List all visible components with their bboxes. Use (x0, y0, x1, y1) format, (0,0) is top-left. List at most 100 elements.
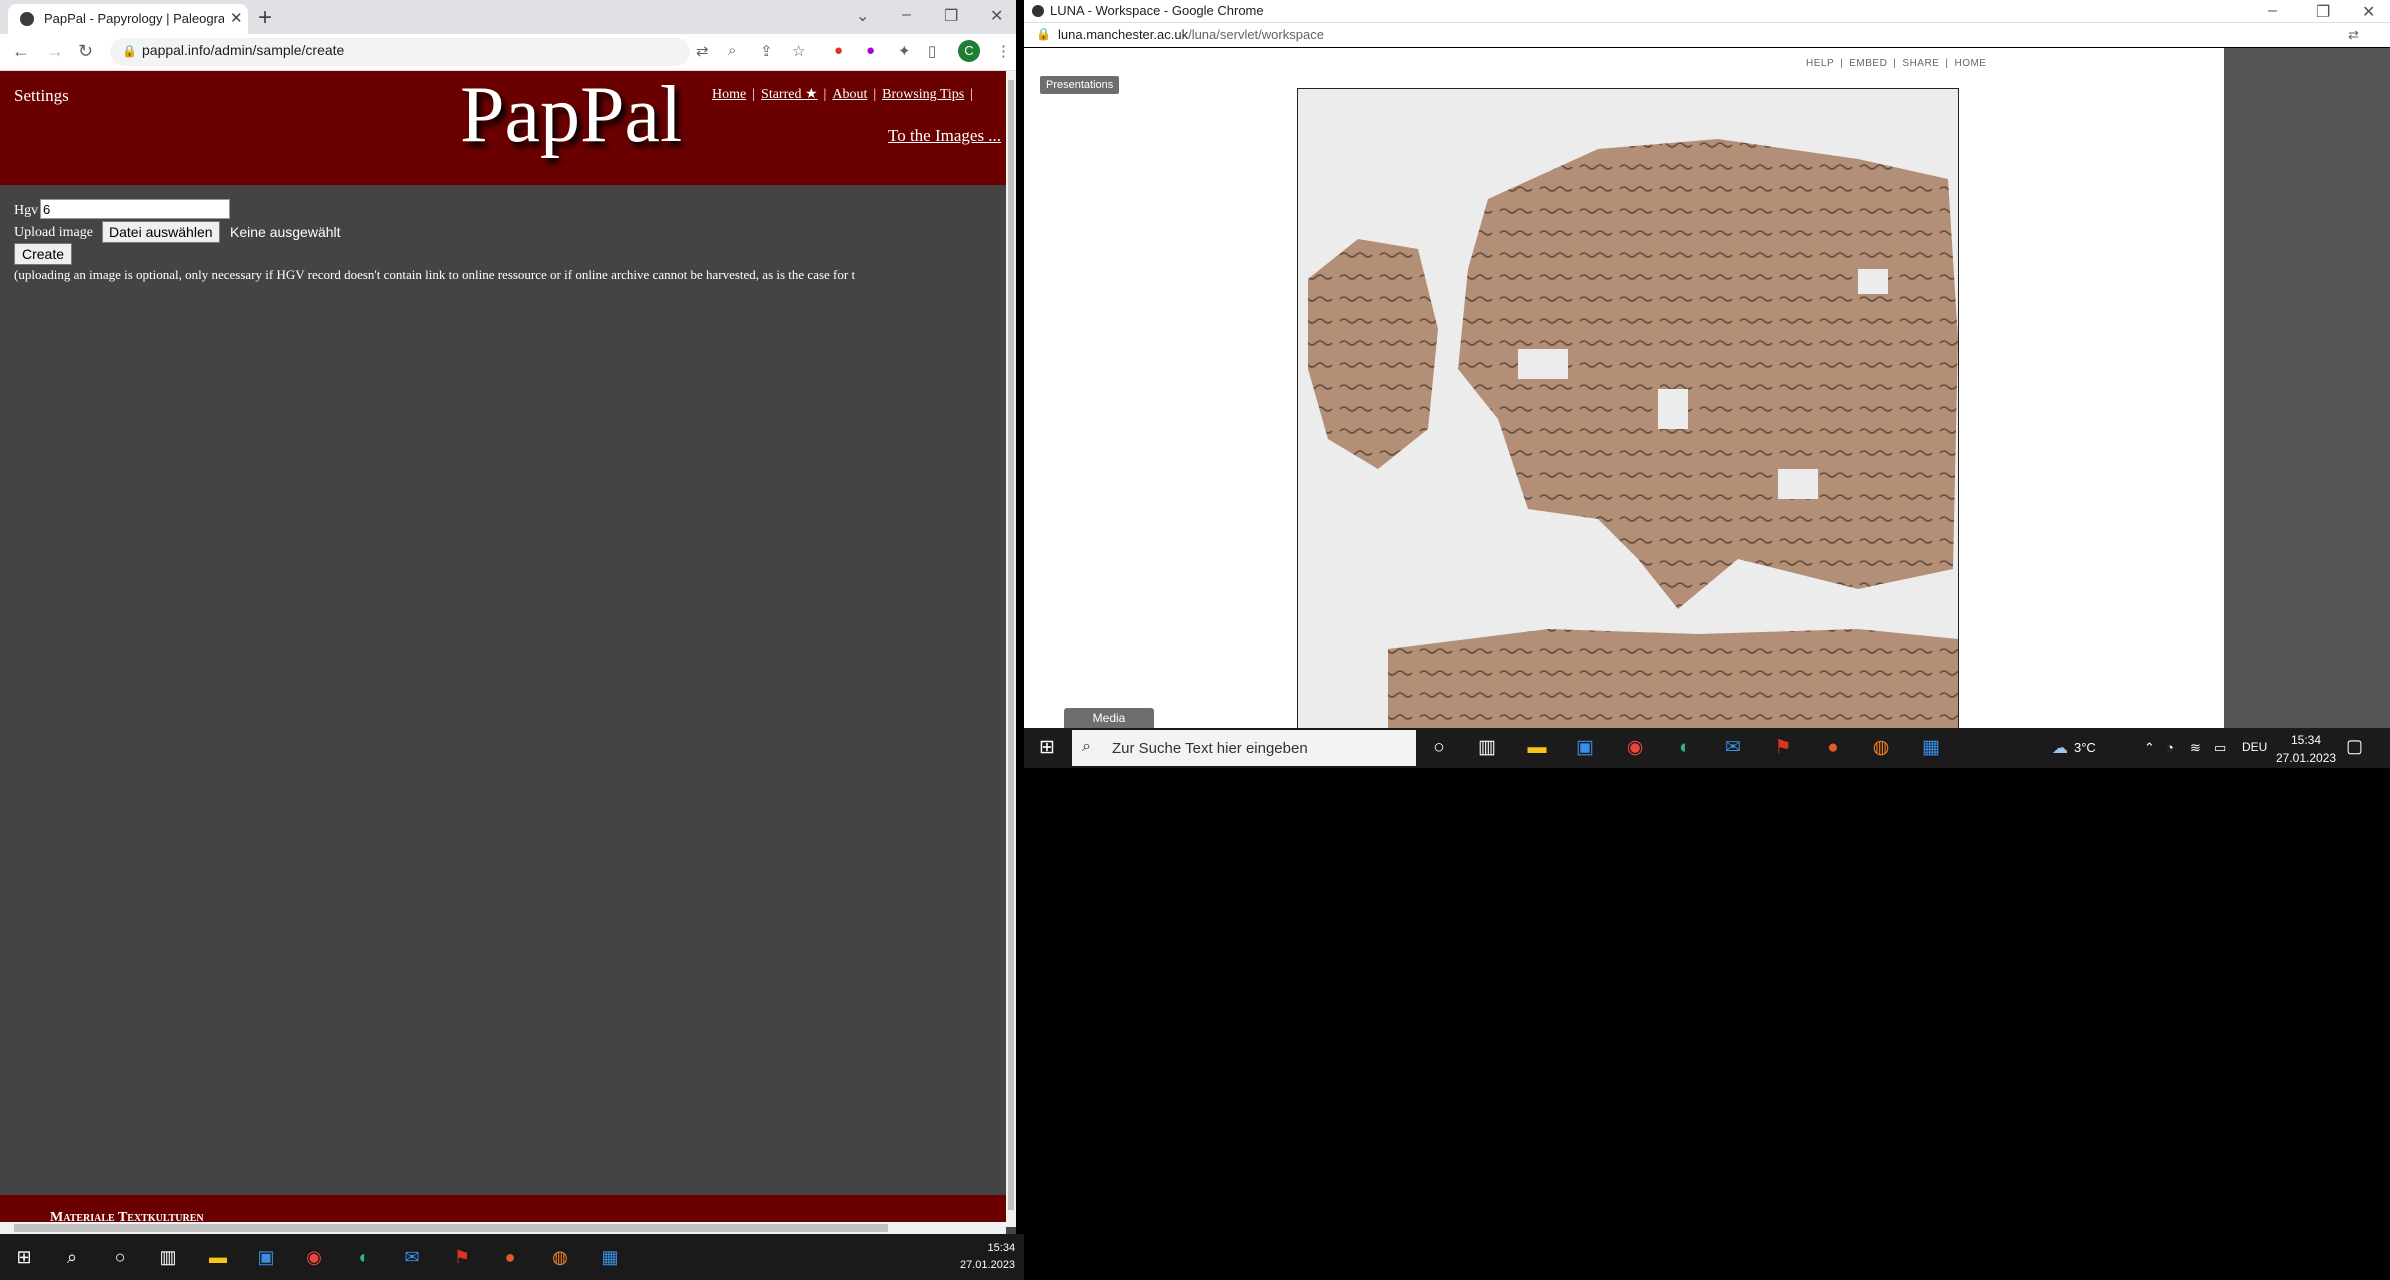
minimize-icon[interactable]: – (2268, 2, 2277, 20)
chrome-icon[interactable]: ◉ (1622, 736, 1648, 760)
choose-file-button[interactable]: Datei auswählen (102, 221, 220, 243)
cortana-icon[interactable]: ○ (1426, 736, 1452, 760)
to-the-images-link[interactable]: To the Images ... (888, 126, 1001, 146)
network-icon[interactable]: ◔ (2166, 740, 2174, 755)
nav-about[interactable]: About (832, 87, 867, 102)
mail-icon[interactable]: ✉ (1720, 736, 1746, 760)
upload-image-label: Upload image (14, 225, 93, 240)
edge-icon[interactable]: ◐ (1672, 736, 1698, 760)
restore-icon[interactable]: ❐ (2316, 2, 2330, 22)
upload-note: (uploading an image is optional, only ne… (14, 267, 856, 282)
presentations-button[interactable]: Presentations (1040, 76, 1120, 94)
lock-icon[interactable]: 🔒 (1036, 27, 1051, 41)
mail-icon[interactable]: ✉ (400, 1246, 424, 1268)
translate-icon[interactable]: ⇄ (2348, 27, 2359, 43)
tab-close-icon[interactable]: ✕ (230, 9, 243, 27)
powerpoint-icon[interactable]: ● (1820, 736, 1846, 760)
language-indicator[interactable]: DEU (2242, 740, 2267, 754)
clock-date: 27.01.2023 (960, 1259, 1016, 1271)
weather-cloud-icon[interactable]: ☁ (2052, 738, 2068, 758)
url-host: luna.manchester.ac.uk (1058, 27, 1189, 42)
menu-icon[interactable]: ⋮ (996, 42, 1011, 60)
cortana-icon[interactable]: ○ (108, 1246, 132, 1268)
settings-link[interactable]: Settings (14, 86, 69, 106)
left-browser-window (0, 0, 1016, 1280)
store-icon[interactable]: ▣ (1572, 736, 1598, 760)
firefox-icon[interactable]: ◍ (1868, 736, 1894, 760)
photos-icon[interactable]: ▦ (598, 1246, 622, 1268)
extension-icon[interactable]: ● (866, 42, 875, 59)
chrome-icon[interactable]: ◉ (302, 1246, 326, 1268)
restore-icon[interactable]: ❐ (944, 6, 958, 26)
chevron-down-icon[interactable]: ⌄ (856, 6, 869, 26)
search-icon: ⌕ (1082, 738, 1091, 755)
right-clock[interactable]: 15:34 27.01.2023 (2276, 731, 2336, 767)
bookmark-star-icon[interactable]: ☆ (792, 42, 805, 60)
profile-avatar[interactable]: C (958, 40, 980, 62)
chevron-up-icon[interactable]: ⌃ (2144, 740, 2155, 756)
file-status-text: Keine ausgewählt (230, 224, 341, 240)
acrobat-icon[interactable]: ⚑ (450, 1246, 474, 1268)
luna-links: HELP | EMBED | SHARE | HOME (1806, 58, 1987, 69)
store-icon[interactable]: ▣ (254, 1246, 278, 1268)
embed-link[interactable]: EMBED (1849, 58, 1887, 69)
hgv-input[interactable] (40, 199, 230, 219)
pappal-favicon-icon (20, 12, 34, 26)
file-explorer-icon[interactable]: ▬ (1524, 736, 1550, 760)
weather-temp[interactable]: 3°C (2074, 740, 2096, 755)
window-close-icon[interactable]: ✕ (2362, 2, 2375, 22)
share-icon[interactable]: ⇪ (760, 42, 773, 60)
url-path: /luna/servlet/workspace (1188, 27, 1324, 42)
back-icon[interactable]: ← (12, 41, 30, 62)
translate-icon[interactable]: ⇄ (696, 42, 709, 60)
pappal-logo[interactable]: PapPal (460, 70, 682, 161)
nav-starred[interactable]: Starred ★ (761, 87, 817, 102)
windows-start-icon[interactable]: ⊞ (12, 1246, 36, 1268)
windows-start-icon[interactable]: ⊞ (1034, 736, 1060, 760)
minimize-icon[interactable]: – (902, 6, 911, 24)
right-url: luna.manchester.ac.uk/luna/servlet/works… (1058, 27, 1324, 42)
firefox-icon[interactable]: ◍ (548, 1246, 572, 1268)
sidebar-icon[interactable]: ▯ (928, 42, 936, 60)
clock-time: 15:34 (2290, 733, 2322, 747)
file-explorer-icon[interactable]: ▬ (206, 1246, 230, 1268)
photos-icon[interactable]: ▦ (1918, 736, 1944, 760)
battery-icon[interactable]: ▭ (2214, 740, 2226, 756)
powerpoint-icon[interactable]: ● (498, 1246, 522, 1268)
taskbar-search-placeholder: Zur Suche Text hier eingeben (1112, 740, 1308, 757)
reload-icon[interactable]: ↻ (78, 41, 93, 62)
notification-icon[interactable]: ▢ (2346, 736, 2363, 757)
wifi-icon[interactable]: ≋ (2190, 740, 2201, 756)
extension-icon[interactable]: ● (834, 42, 843, 59)
vertical-scroll-thumb[interactable] (1008, 80, 1014, 1210)
tab-title: PapPal - Papyrology | Paleograph (44, 11, 224, 26)
url-text: pappal.info/admin/sample/create (142, 42, 345, 58)
window-close-icon[interactable]: ✕ (990, 6, 1003, 26)
acrobat-icon[interactable]: ⚑ (1770, 736, 1796, 760)
nav-browsing-tips[interactable]: Browsing Tips (882, 87, 964, 102)
zoom-icon[interactable]: ⌕ (728, 42, 736, 59)
share-link[interactable]: SHARE (1902, 58, 1939, 69)
clock-date: 27.01.2023 (2276, 751, 2337, 765)
papyrus-image[interactable] (1297, 88, 1959, 730)
luna-top-bar (1024, 48, 2224, 76)
extensions-puzzle-icon[interactable]: ✦ (898, 42, 911, 60)
help-link[interactable]: HELP (1806, 58, 1834, 69)
browser-tab-pappal[interactable]: PapPal - Papyrology | Paleograph ✕ (8, 4, 248, 34)
right-window-title: LUNA - Workspace - Google Chrome (1050, 3, 1264, 18)
forward-icon[interactable]: → (46, 41, 64, 62)
nav-home[interactable]: Home (712, 87, 746, 102)
hgv-label: Hgv (14, 203, 39, 218)
lock-icon[interactable]: 🔒 (122, 44, 137, 58)
edge-icon[interactable]: ◐ (352, 1246, 376, 1268)
media-tab[interactable]: Media (1064, 708, 1154, 728)
search-icon[interactable]: ⌕ (60, 1246, 84, 1268)
empty-screen-area (1024, 768, 2390, 1280)
horizontal-scroll-thumb[interactable] (14, 1224, 888, 1232)
task-view-icon[interactable]: ▥ (156, 1246, 180, 1268)
new-tab-icon[interactable]: + (258, 4, 272, 32)
create-button[interactable]: Create (14, 243, 73, 265)
left-clock[interactable]: 15:34 27.01.2023 (960, 1240, 1015, 1274)
home-link[interactable]: HOME (1954, 58, 1986, 69)
task-view-icon[interactable]: ▥ (1474, 736, 1500, 760)
